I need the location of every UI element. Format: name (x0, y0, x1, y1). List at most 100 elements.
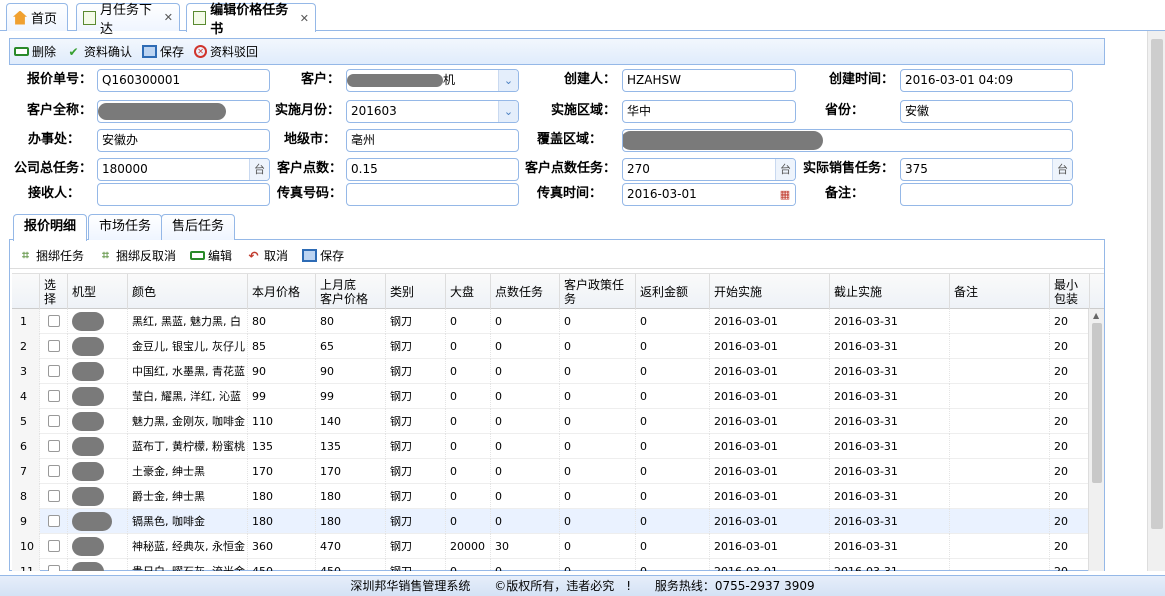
save-button[interactable]: 保存 (142, 43, 184, 60)
tab-market-task[interactable]: 市场任务 (88, 214, 163, 240)
points-field[interactable]: 0.15 (346, 158, 519, 181)
table-row[interactable]: 5 魅力黑, 金刚灰, 咖啡金 110 140 钢刀 0 0 0 0 2016-03-01 2016… (12, 409, 1088, 434)
delete-button[interactable]: 删除 (14, 43, 56, 60)
cell-pack: 20 (1050, 509, 1088, 534)
chevron-down-icon[interactable]: ⌄ (498, 101, 518, 122)
table-row[interactable]: 8 爵士金, 绅士黑 180 180 钢刀 0 0 0 0 2016-03-01 2016-03-3… (12, 484, 1088, 509)
fax-no-field[interactable] (346, 183, 519, 206)
row-checkbox[interactable] (48, 390, 60, 402)
impl-region-field[interactable]: 华中 (622, 100, 796, 123)
table-row[interactable]: 11贵日白, 曜石灰, 流光金450450钢刀00002016-03-01201… (12, 559, 1088, 571)
model-cell (68, 559, 128, 571)
grid-scrollbar[interactable]: ▲ (1088, 309, 1104, 571)
total-task-field[interactable]: 180000 台 (97, 158, 270, 181)
creator-field[interactable]: HZAHSW (622, 69, 796, 92)
cell-dp: 0 (446, 434, 491, 459)
col-header-price[interactable]: 本月价格 (248, 274, 316, 309)
grid-header: 选择 机型 颜色 本月价格 上月底 客户价格 类别 大盘 点数任务 客户政策任务 返利金额 开始实施… (12, 273, 1104, 309)
cell-end: 2016-03-31 (830, 384, 950, 409)
confirm-button[interactable]: ✔ 资料确认 (66, 43, 132, 60)
points-task-field[interactable]: 270 台 (622, 158, 796, 181)
customer-full-field[interactable] (97, 100, 270, 123)
col-header-remark[interactable]: 备注 (950, 274, 1050, 309)
col-header-category[interactable]: 类别 (386, 274, 446, 309)
table-row[interactable]: 1 黑红, 黑蓝, 魅力黑, 白 80 80 钢刀 0 0 0 0 2016-03-01 2016-… (12, 309, 1088, 334)
office-field[interactable]: 安徽办 (97, 129, 270, 152)
cell-start: 2016-03-01 (710, 459, 830, 484)
remark-field[interactable] (900, 183, 1073, 206)
impl-month-select[interactable]: 201603 ⌄ (346, 100, 519, 123)
table-row[interactable]: 2 金豆儿, 银宝儿, 灰仔儿 85 65 钢刀 0 0 0 0 2016-03-01 2016-0… (12, 334, 1088, 359)
quote-no-field[interactable]: Q160300001 (97, 69, 270, 92)
row-checkbox[interactable] (48, 440, 60, 452)
row-checkbox[interactable] (48, 515, 60, 527)
col-header-last-price[interactable]: 上月底 客户价格 (316, 274, 386, 309)
tab-edit-price-task[interactable]: 编辑价格任务书 ✕ (186, 3, 316, 37)
grid-save-button[interactable]: 保存 (302, 247, 344, 264)
actual-sales-field[interactable]: 375 台 (900, 158, 1073, 181)
row-checkbox[interactable] (48, 565, 60, 571)
row-checkbox[interactable] (48, 490, 60, 502)
table-row[interactable]: 6 蓝布丁, 黄柠檬, 粉蜜桃 135 135 钢刀 0 0 0 0 2016-03-01 2016… (12, 434, 1088, 459)
unit-suffix: 台 (1052, 159, 1072, 180)
close-icon[interactable]: ✕ (164, 11, 173, 24)
save-icon (302, 249, 318, 262)
row-checkbox[interactable] (48, 365, 60, 377)
row-checkbox[interactable] (48, 540, 60, 552)
col-header-end-date[interactable]: 截止实施 (830, 274, 950, 309)
city-label: 地级市： (283, 132, 336, 147)
table-row[interactable]: 4 莹白, 耀黑, 洋红, 沁蓝 99 99 钢刀 0 0 0 0 2016-03-01 2016-… (12, 384, 1088, 409)
close-icon[interactable]: ✕ (300, 12, 309, 25)
row-checkbox[interactable] (48, 415, 60, 427)
col-header-color[interactable]: 颜色 (128, 274, 248, 309)
fax-no-label: 传真号码： (276, 186, 342, 201)
cancel-button[interactable]: ↶ 取消 (246, 247, 289, 264)
scroll-up-icon[interactable]: ▲ (1093, 311, 1099, 320)
page-scrollbar[interactable] (1147, 31, 1165, 571)
row-checkbox[interactable] (48, 315, 60, 327)
created-time-field[interactable]: 2016-03-01 04:09 (900, 69, 1073, 92)
tab-home[interactable]: 首页 (6, 3, 68, 31)
model-cell (68, 534, 128, 559)
cell-last: 470 (316, 534, 386, 559)
table-row[interactable]: 3 中国红, 水墨黑, 青花蓝 90 90 钢刀 0 0 0 0 2016-03-01 2016-0… (12, 359, 1088, 384)
table-row[interactable]: 9 镉黑色, 咖啡金 180 180 钢刀 0 0 0 0 2016-03-01 2016-03-3… (12, 509, 1088, 534)
unbind-task-button[interactable]: ⌗ 捆绑反取消 (98, 247, 176, 264)
fax-time-field[interactable]: 2016-03-01 ▦ (622, 183, 796, 206)
col-header-start-date[interactable]: 开始实施 (710, 274, 830, 309)
province-field[interactable]: 安徽 (900, 100, 1073, 123)
edit-button[interactable]: 编辑 (190, 247, 232, 264)
province-label: 省份： (824, 103, 864, 118)
cell-dp: 0 (446, 559, 491, 571)
cell-end: 2016-03-31 (830, 359, 950, 384)
cell-cp: 0 (560, 384, 636, 409)
tab-aftersale-task[interactable]: 售后任务 (161, 214, 236, 240)
coverage-field[interactable] (622, 129, 1073, 152)
tab-quote-detail[interactable]: 报价明细 (13, 214, 88, 241)
cell-color: 蓝布丁, 黄柠檬, 粉蜜桃 (128, 434, 248, 459)
chevron-down-icon[interactable]: ⌄ (498, 70, 518, 91)
reject-button[interactable]: ✕ 资料驳回 (194, 43, 258, 60)
row-checkbox[interactable] (48, 340, 60, 352)
scroll-thumb[interactable] (1092, 323, 1102, 483)
row-checkbox[interactable] (48, 465, 60, 477)
calendar-icon[interactable]: ▦ (775, 184, 795, 205)
cell-pt: 0 (491, 359, 560, 384)
table-row[interactable]: 7 土豪金, 绅士黑 170 170 钢刀 0 0 0 0 2016-03-01 2016-03-3… (12, 459, 1088, 484)
bind-task-button[interactable]: ⌗ 捆绑任务 (18, 247, 84, 264)
table-row[interactable]: 10 神秘蓝, 经典灰, 永恒金 360 470 钢刀 20000 30 0 0 2016-03-… (12, 534, 1088, 559)
cell-pack: 20 (1050, 359, 1088, 384)
receiver-field[interactable] (97, 183, 270, 206)
col-header-rebate[interactable]: 返利金额 (636, 274, 710, 309)
city-field[interactable]: 亳州 (346, 129, 519, 152)
col-header-market[interactable]: 大盘 (446, 274, 491, 309)
col-header-select[interactable]: 选择 (40, 274, 68, 309)
col-header-points-task[interactable]: 点数任务 (491, 274, 560, 309)
cell-rebate: 0 (636, 484, 710, 509)
scroll-thumb[interactable] (1151, 39, 1163, 529)
col-header-policy-task[interactable]: 客户政策任务 (560, 274, 636, 309)
tab-monthly-task[interactable]: 月任务下达 ✕ (76, 3, 180, 37)
customer-select[interactable]: 机 ⌄ (346, 69, 519, 92)
col-header-min-pack[interactable]: 最小包装 (1050, 274, 1090, 309)
col-header-model[interactable]: 机型 (68, 274, 128, 309)
